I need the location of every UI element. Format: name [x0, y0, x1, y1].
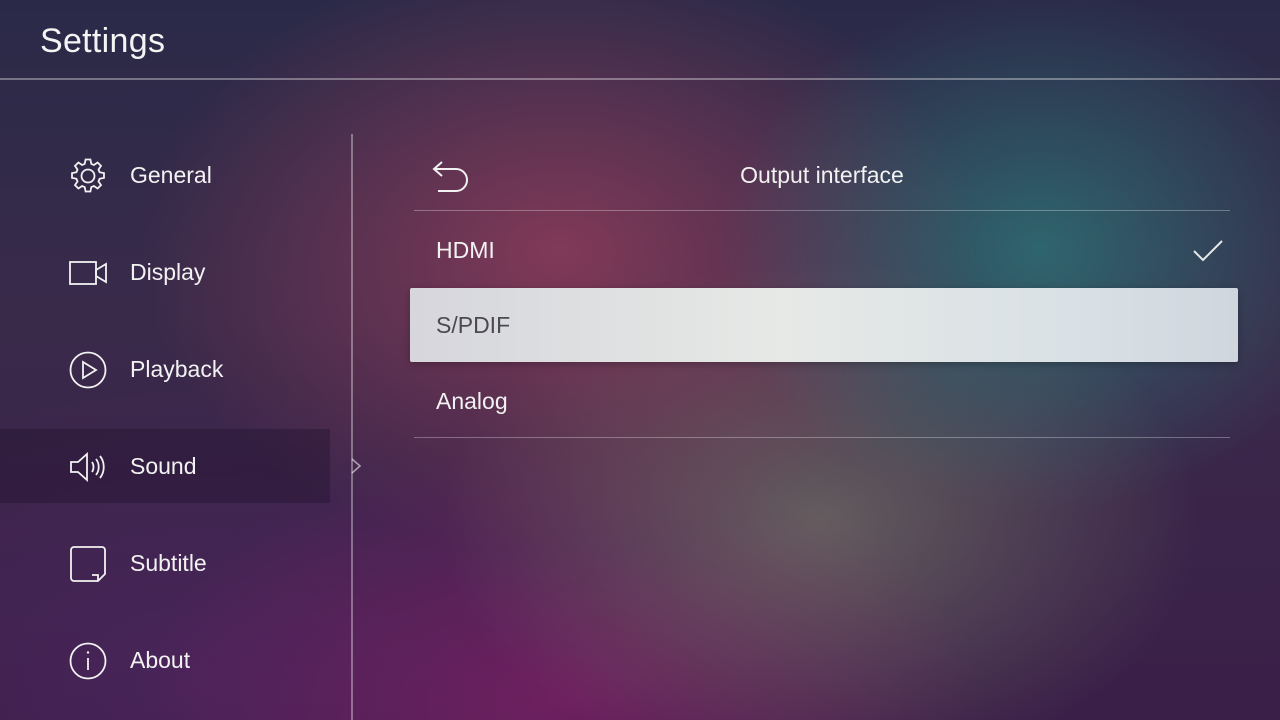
info-icon	[68, 641, 108, 681]
sidebar-item-general[interactable]: General	[0, 138, 330, 212]
page-title: Settings	[40, 22, 166, 60]
sidebar-item-label: Sound	[130, 453, 197, 479]
subtitle-icon	[68, 544, 108, 584]
sidebar-item-label: Subtitle	[130, 550, 207, 576]
output-interface-panel: Output interface HDMI S/PDIF Analog	[410, 134, 1238, 444]
option-label: HDMI	[436, 237, 495, 263]
sidebar-item-label: General	[130, 162, 212, 188]
option-spdif[interactable]: S/PDIF	[410, 288, 1238, 362]
sidebar-item-about[interactable]: About	[0, 623, 330, 697]
play-icon	[68, 350, 108, 390]
sidebar-item-label: Playback	[130, 356, 224, 382]
gear-icon	[68, 156, 108, 196]
checkmark-icon	[1192, 239, 1224, 263]
sidebar: General Display Playback Sound Subtitle …	[0, 80, 352, 720]
sidebar-item-sound[interactable]: Sound	[0, 429, 330, 503]
sidebar-item-display[interactable]: Display	[0, 235, 330, 309]
panel-title: Output interface	[740, 162, 904, 188]
option-hdmi[interactable]: HDMI	[412, 213, 1230, 287]
divider	[414, 437, 1230, 438]
top-bar: Settings	[0, 0, 1280, 80]
sidebar-item-label: About	[130, 647, 191, 673]
divider	[414, 210, 1230, 211]
sidebar-item-label: Display	[130, 259, 206, 285]
option-label: S/PDIF	[436, 312, 511, 338]
option-analog[interactable]: Analog	[412, 364, 1230, 438]
sidebar-divider	[351, 134, 353, 720]
option-label: Analog	[436, 388, 508, 414]
chevron-right-icon	[351, 458, 362, 474]
sidebar-item-subtitle[interactable]: Subtitle	[0, 526, 330, 600]
camera-icon	[68, 253, 108, 293]
speaker-icon	[68, 447, 108, 487]
sidebar-item-playback[interactable]: Playback	[0, 332, 330, 406]
